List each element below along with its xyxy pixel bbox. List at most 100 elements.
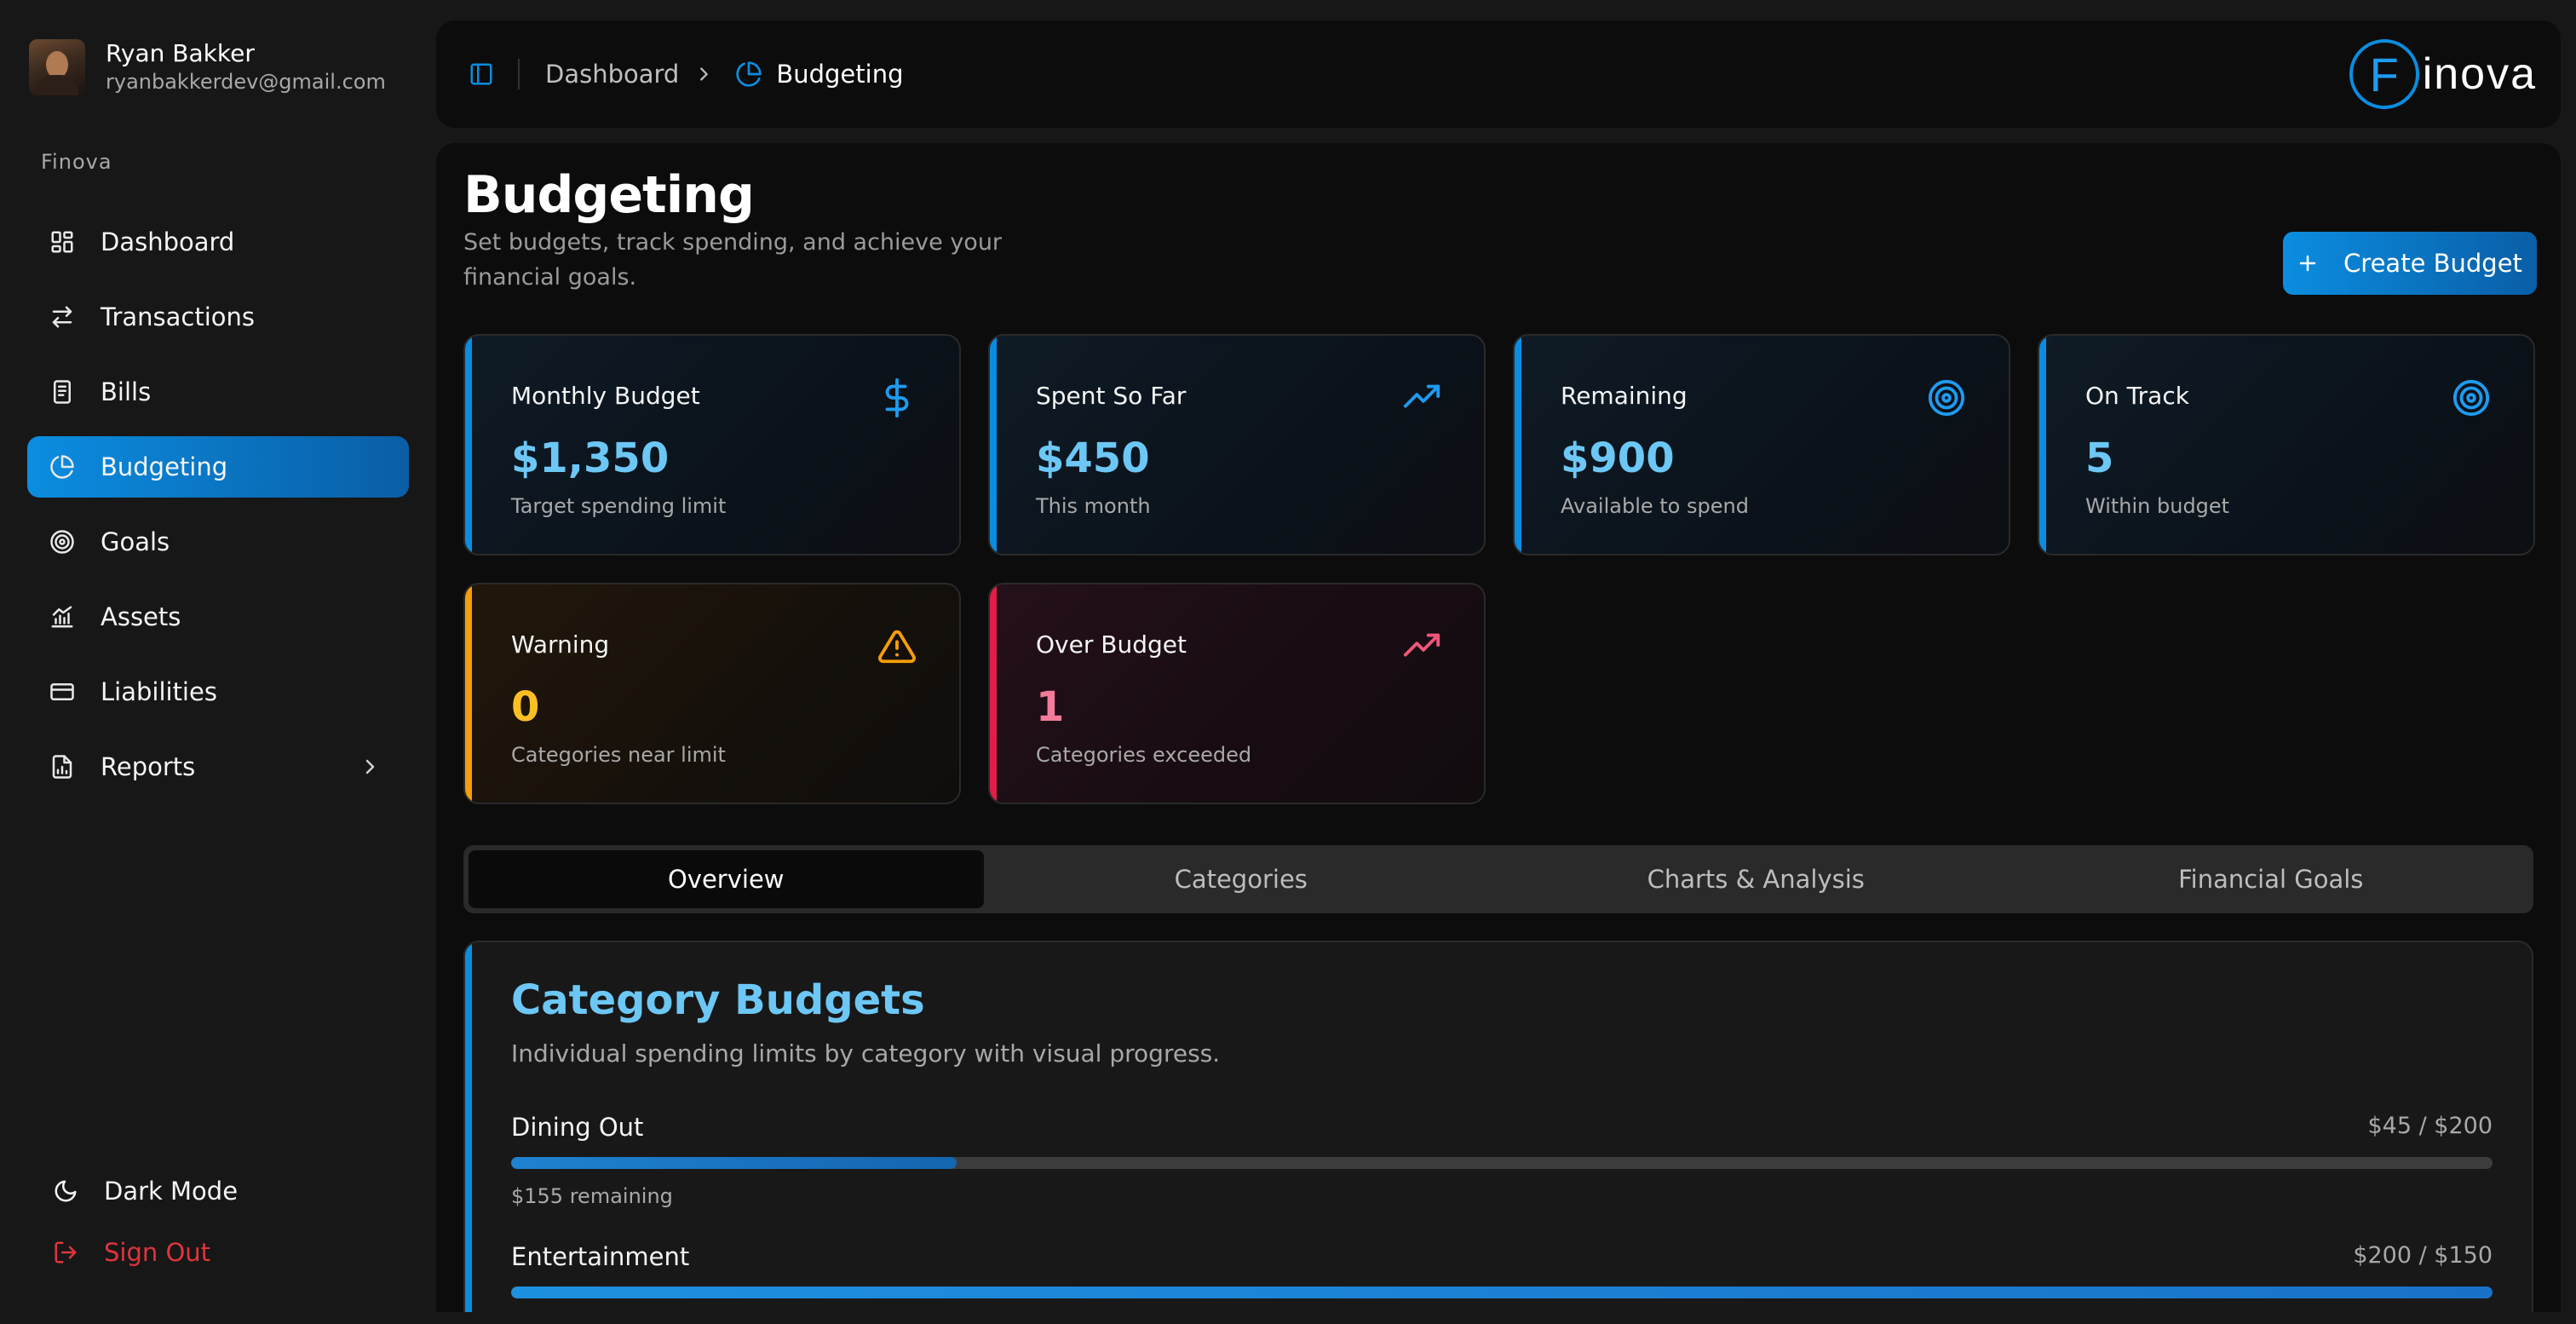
logo-mark: F (2349, 39, 2419, 109)
sidebar-item-reports[interactable]: Reports (27, 736, 409, 797)
category-amount: $200 / $150 (2353, 1242, 2493, 1269)
card-subtitle: Within budget (2085, 494, 2230, 518)
sidebar-item-label: Goals (101, 527, 170, 556)
card-value: 1 (1036, 683, 1065, 731)
avatar (29, 39, 85, 95)
sign-out-label: Sign Out (104, 1238, 211, 1267)
stat-card-spent: Spent So Far $450 This month (988, 334, 1486, 556)
receipt-icon (49, 379, 75, 405)
card-value: $450 (1036, 435, 1150, 482)
card-title: Monthly Budget (511, 382, 700, 410)
dark-mode-toggle[interactable]: Dark Mode (34, 1167, 409, 1215)
card-subtitle: Target spending limit (511, 494, 727, 518)
card-subtitle: Available to spend (1561, 494, 1749, 518)
logo-text: inova (2422, 49, 2537, 99)
main-content: Budgeting Set budgets, track spending, a… (436, 143, 2561, 1312)
stat-card-over-budget: Over Budget 1 Categories exceeded (988, 583, 1486, 804)
sidebar-item-label: Transactions (101, 302, 256, 331)
pie-chart-icon (49, 454, 75, 480)
sidebar-item-budgeting[interactable]: Budgeting (27, 436, 409, 498)
warning-triangle-icon (877, 627, 917, 666)
sign-out-icon (53, 1240, 78, 1265)
card-value: $1,350 (511, 435, 670, 482)
category-amount: $45 / $200 (2367, 1113, 2493, 1139)
trending-up-icon (1402, 627, 1441, 666)
category-remaining: $155 remaining (511, 1184, 673, 1208)
sidebar-toggle-icon[interactable] (469, 61, 494, 87)
card-value: 0 (511, 683, 540, 731)
tab-overview[interactable]: Overview (469, 850, 984, 908)
create-budget-label: Create Budget (2343, 249, 2522, 278)
credit-card-icon (49, 679, 75, 705)
progress-track (511, 1157, 2493, 1169)
dollar-icon (877, 378, 917, 417)
sidebar-item-transactions[interactable]: Transactions (27, 286, 409, 348)
stat-card-monthly-budget: Monthly Budget $1,350 Target spending li… (463, 334, 961, 556)
sidebar-item-label: Assets (101, 602, 181, 631)
category-name: Dining Out (511, 1113, 644, 1142)
sign-out-button[interactable]: Sign Out (34, 1229, 409, 1276)
trending-up-icon (1402, 378, 1441, 417)
create-budget-button[interactable]: Create Budget (2283, 232, 2537, 295)
card-title: On Track (2085, 382, 2189, 410)
top-bar: Dashboard Budgeting F inova (436, 20, 2561, 128)
report-icon (49, 754, 75, 780)
sidebar-item-label: Budgeting (101, 452, 228, 481)
stat-card-on-track: On Track 5 Within budget (2038, 334, 2535, 556)
card-title: Over Budget (1036, 630, 1187, 659)
finova-logo[interactable]: F inova (2349, 37, 2537, 111)
bar-chart-icon (49, 604, 75, 630)
user-email: ryanbakkerdev@gmail.com (106, 70, 386, 94)
stat-card-warning: Warning 0 Categories near limit (463, 583, 961, 804)
progress-fill (511, 1287, 2493, 1298)
card-subtitle: This month (1036, 494, 1151, 518)
breadcrumb-dashboard[interactable]: Dashboard (545, 60, 679, 89)
plus-icon (2297, 253, 2318, 273)
tab-financial-goals[interactable]: Financial Goals (2014, 850, 2529, 908)
card-title: Spent So Far (1036, 382, 1187, 410)
card-title: Remaining (1561, 382, 1688, 410)
sidebar-nav: Dashboard Transactions Bills Budgeting G… (27, 211, 409, 811)
card-value: 5 (2085, 435, 2114, 482)
card-title: Warning (511, 630, 610, 659)
sidebar-item-dashboard[interactable]: Dashboard (27, 211, 409, 273)
target-icon (2452, 378, 2491, 417)
pie-chart-icon (735, 60, 762, 88)
card-value: $900 (1561, 435, 1675, 482)
target-icon (1927, 378, 1966, 417)
arrows-left-right-icon (49, 304, 75, 330)
sidebar-item-label: Liabilities (101, 677, 217, 706)
card-subtitle: Categories exceeded (1036, 743, 1252, 767)
category-budgets-panel: Category Budgets Individual spending lim… (463, 941, 2533, 1312)
sidebar-item-liabilities[interactable]: Liabilities (27, 661, 409, 722)
dashboard-grid-icon (49, 229, 75, 255)
sidebar-item-assets[interactable]: Assets (27, 586, 409, 648)
stat-card-remaining: Remaining $900 Available to spend (1513, 334, 2010, 556)
tab-categories[interactable]: Categories (984, 850, 1499, 908)
progress-fill (511, 1157, 957, 1169)
sidebar-item-bills[interactable]: Bills (27, 361, 409, 423)
sidebar-section-label: Finova (41, 150, 112, 174)
category-budgets-title: Category Budgets (511, 976, 925, 1024)
breadcrumb-current: Budgeting (776, 60, 904, 89)
sidebar-item-goals[interactable]: Goals (27, 511, 409, 573)
target-icon (49, 529, 75, 555)
sidebar-item-label: Dashboard (101, 227, 235, 256)
user-name: Ryan Bakker (106, 39, 255, 67)
card-subtitle: Categories near limit (511, 743, 726, 767)
tab-charts-analysis[interactable]: Charts & Analysis (1498, 850, 2014, 908)
progress-track (511, 1287, 2493, 1298)
chevron-right-icon (694, 65, 713, 83)
chevron-right-icon[interactable] (359, 757, 380, 777)
category-name: Entertainment (511, 1242, 690, 1271)
sidebar-item-label: Reports (101, 752, 196, 781)
dark-mode-label: Dark Mode (104, 1177, 239, 1206)
sidebar: Ryan Bakker ryanbakkerdev@gmail.com Fino… (0, 0, 426, 1324)
sidebar-footer: Dark Mode Sign Out (34, 1167, 409, 1290)
page-subtitle: Set budgets, track spending, and achieve… (463, 229, 1003, 291)
user-profile[interactable]: Ryan Bakker ryanbakkerdev@gmail.com (29, 39, 386, 95)
divider (518, 59, 520, 89)
sidebar-item-label: Bills (101, 377, 152, 406)
category-budgets-subtitle: Individual spending limits by category w… (511, 1039, 1221, 1068)
moon-icon (53, 1178, 78, 1204)
